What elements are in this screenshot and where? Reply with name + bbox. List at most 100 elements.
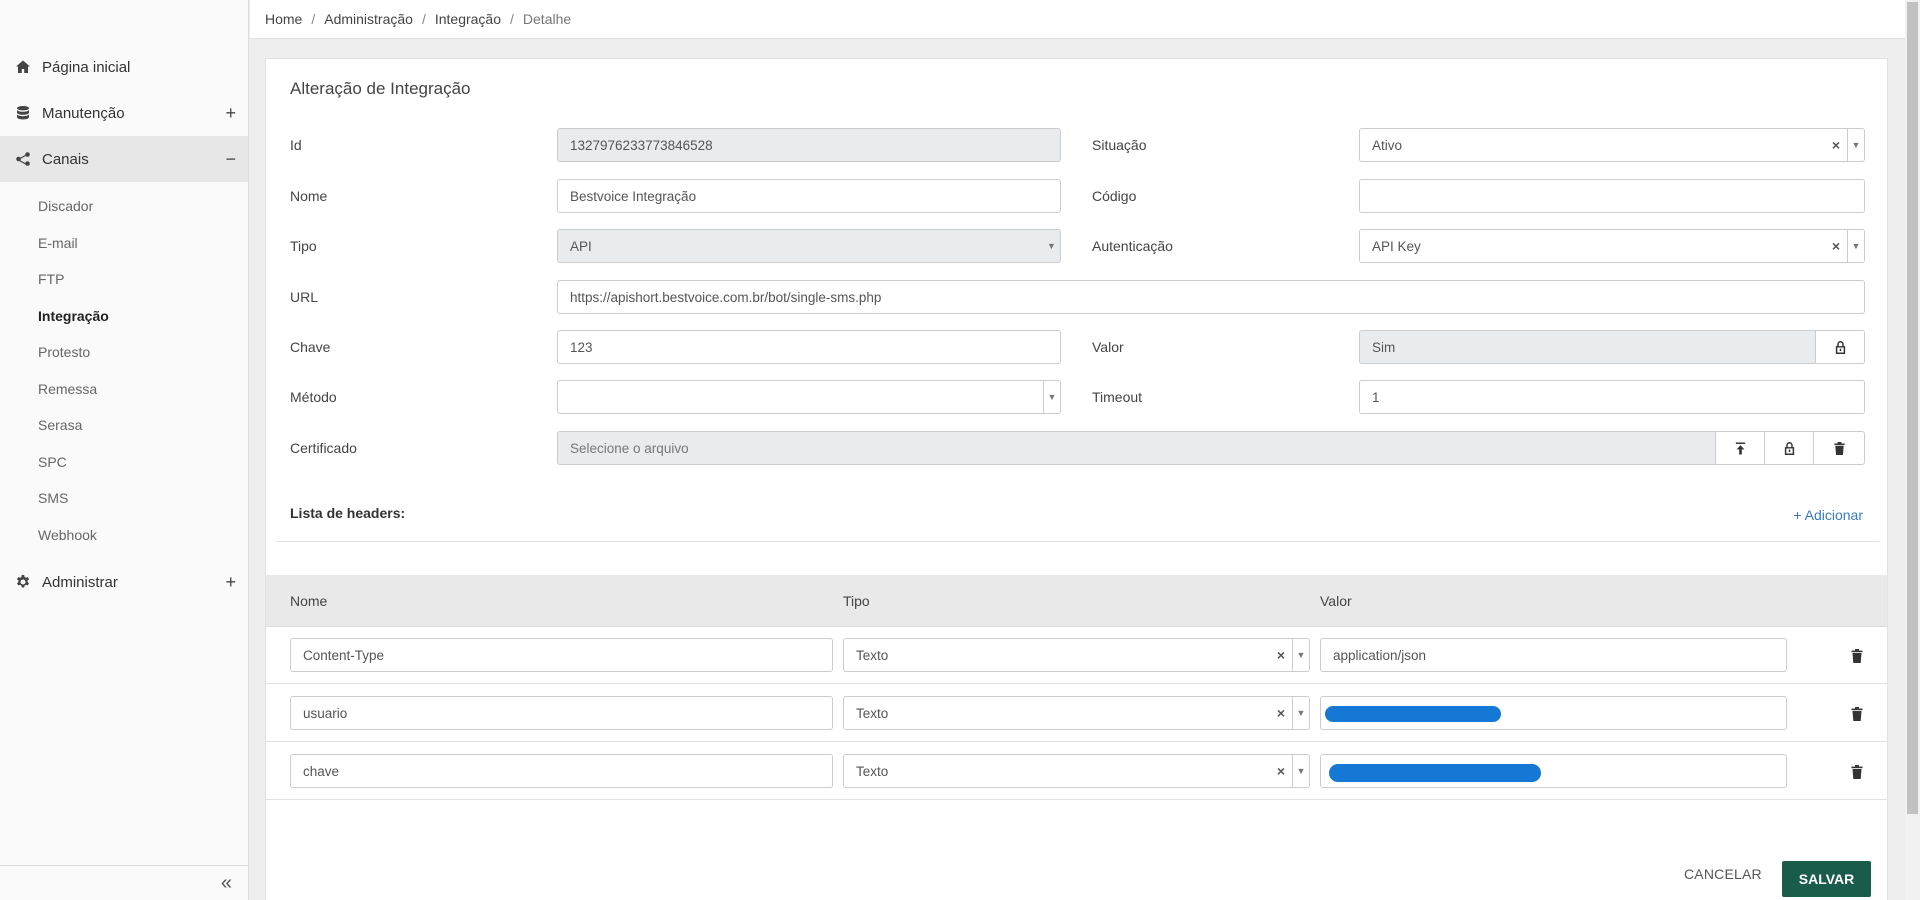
header-type-value: Texto <box>856 705 889 721</box>
breadcrumb-home[interactable]: Home <box>265 11 302 27</box>
metodo-select[interactable]: ▼ <box>557 380 1061 414</box>
integration-form-card: Alteração de Integração Id 1327976233773… <box>265 58 1888 900</box>
header-name-input[interactable]: usuario <box>290 696 833 730</box>
delete-header-button[interactable] <box>1851 707 1865 721</box>
header-value-input[interactable] <box>1320 754 1787 788</box>
id-value: 1327976233773846528 <box>570 137 713 153</box>
clear-icon[interactable]: × <box>1277 647 1285 663</box>
save-button[interactable]: SALVAR <box>1782 861 1871 897</box>
sidebar-subitem-discador[interactable]: Discador <box>0 188 248 225</box>
nome-input[interactable]: Bestvoice Integração <box>557 179 1061 213</box>
chevron-down-icon[interactable]: ▼ <box>1292 697 1309 729</box>
scrollbar[interactable] <box>1905 0 1920 900</box>
nome-value: Bestvoice Integração <box>570 188 697 204</box>
redaction-mark <box>1325 706 1501 722</box>
headers-section-title: Lista de headers: <box>290 505 406 521</box>
tipo-value: API <box>570 238 592 254</box>
expand-icon[interactable]: + <box>225 573 236 591</box>
table-row: chave Texto × ▼ <box>266 743 1887 800</box>
certificado-placeholder: Selecione o arquivo <box>570 440 689 456</box>
unlock-certificate-button[interactable] <box>1764 431 1814 465</box>
sidebar-subitem-protesto[interactable]: Protesto <box>0 334 248 371</box>
trash-icon <box>1851 707 1863 721</box>
clear-icon[interactable]: × <box>1832 238 1840 254</box>
divider <box>276 541 1879 542</box>
valor-value: Sim <box>1372 339 1396 355</box>
collapse-icon[interactable]: − <box>225 150 236 168</box>
header-type-select[interactable]: Texto × ▼ <box>843 696 1310 730</box>
breadcrumb: Home / Administração / Integração / Deta… <box>250 0 1905 39</box>
clear-icon[interactable]: × <box>1832 137 1840 153</box>
lock-icon <box>1784 441 1794 455</box>
chevron-down-icon[interactable]: ▼ <box>1847 230 1864 262</box>
clear-icon[interactable]: × <box>1277 763 1285 779</box>
chevron-down-icon[interactable]: ▼ <box>1292 755 1309 787</box>
chave-value: 123 <box>570 339 593 355</box>
clear-icon[interactable]: × <box>1277 705 1285 721</box>
header-name-value: usuario <box>303 705 348 721</box>
expand-icon[interactable]: + <box>225 104 236 122</box>
sidebar-footer: « <box>0 865 248 900</box>
sidebar-subitem-spc[interactable]: SPC <box>0 444 248 481</box>
collapse-sidebar-icon[interactable]: « <box>221 872 232 895</box>
certificado-label: Certificado <box>290 440 357 456</box>
sidebar-subitem-webhook[interactable]: Webhook <box>0 517 248 554</box>
timeout-input[interactable]: 1 <box>1359 380 1865 414</box>
delete-header-button[interactable] <box>1851 649 1865 663</box>
sidebar-nav: Página inicial Manutenção + Canais − Dis… <box>0 44 248 605</box>
sidebar-subitem-remessa[interactable]: Remessa <box>0 371 248 408</box>
sidebar-subitem-ftp[interactable]: FTP <box>0 261 248 298</box>
chevron-down-icon: ▼ <box>1047 241 1056 251</box>
situacao-label: Situação <box>1092 137 1147 153</box>
certificado-file-input[interactable]: Selecione o arquivo <box>557 431 1716 465</box>
trash-icon <box>1833 441 1845 455</box>
id-field: 1327976233773846528 <box>557 128 1061 162</box>
chave-input[interactable]: 123 <box>557 330 1061 364</box>
sidebar-subitem-email[interactable]: E-mail <box>0 225 248 262</box>
sidebar-item-label: Página inicial <box>42 58 131 76</box>
sidebar-subnav-canais: Discador E-mail FTP Integração Protesto … <box>0 182 248 559</box>
sidebar-item-home[interactable]: Página inicial <box>0 44 248 90</box>
header-value-input[interactable] <box>1320 696 1787 730</box>
sidebar-subitem-sms[interactable]: SMS <box>0 480 248 517</box>
sidebar-item-administrar[interactable]: Administrar + <box>0 559 248 605</box>
header-type-select[interactable]: Texto × ▼ <box>843 754 1310 788</box>
column-header-valor: Valor <box>1320 593 1352 609</box>
sidebar-item-manutencao[interactable]: Manutenção + <box>0 90 248 136</box>
home-icon <box>14 58 32 76</box>
header-type-select[interactable]: Texto × ▼ <box>843 638 1310 672</box>
timeout-value: 1 <box>1372 389 1380 405</box>
lock-icon <box>1835 340 1845 354</box>
sidebar-item-canais[interactable]: Canais − <box>0 136 248 182</box>
chevron-down-icon[interactable]: ▼ <box>1043 381 1060 413</box>
add-header-link[interactable]: + Adicionar <box>1793 507 1863 523</box>
unlock-valor-button[interactable] <box>1815 330 1865 364</box>
situacao-select[interactable]: Ativo × ▼ <box>1359 128 1865 162</box>
chevron-down-icon[interactable]: ▼ <box>1292 639 1309 671</box>
codigo-input[interactable] <box>1359 179 1865 213</box>
database-icon <box>14 104 32 122</box>
sidebar-item-label: Manutenção <box>42 104 125 122</box>
breadcrumb-detalhe: Detalhe <box>522 11 572 27</box>
header-name-input[interactable]: chave <box>290 754 833 788</box>
sidebar-subitem-serasa[interactable]: Serasa <box>0 407 248 444</box>
delete-certificate-button[interactable] <box>1813 431 1865 465</box>
autenticacao-select[interactable]: API Key × ▼ <box>1359 229 1865 263</box>
url-input[interactable]: https://apishort.bestvoice.com.br/bot/si… <box>557 280 1865 314</box>
chevron-down-icon[interactable]: ▼ <box>1847 129 1864 161</box>
breadcrumb-administracao[interactable]: Administração <box>324 11 413 27</box>
upload-certificate-button[interactable] <box>1715 431 1765 465</box>
breadcrumb-separator: / <box>421 11 426 27</box>
delete-header-button[interactable] <box>1851 765 1865 779</box>
redaction-mark <box>1329 764 1541 782</box>
breadcrumb-integracao[interactable]: Integração <box>435 11 501 27</box>
header-value-input[interactable]: application/json <box>1320 638 1787 672</box>
valor-label: Valor <box>1092 339 1124 355</box>
upload-icon <box>1735 441 1745 455</box>
sidebar-item-label: Administrar <box>42 573 118 591</box>
cancel-button[interactable]: CANCELAR <box>1684 866 1762 882</box>
header-name-input[interactable]: Content-Type <box>290 638 833 672</box>
share-icon <box>14 150 32 168</box>
sidebar-subitem-integracao[interactable]: Integração <box>0 298 248 335</box>
scrollbar-thumb[interactable] <box>1907 2 1918 814</box>
